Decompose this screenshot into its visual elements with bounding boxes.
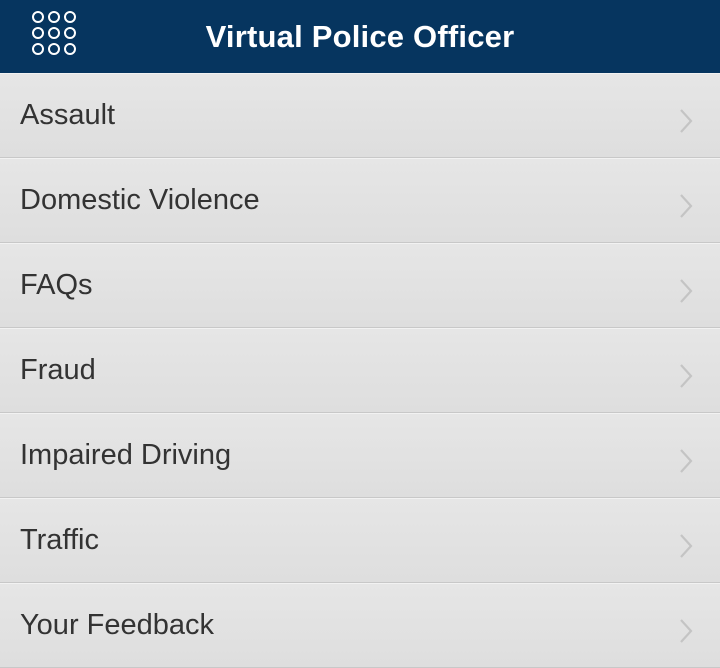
chevron-right-icon xyxy=(680,279,693,303)
list-item-faqs[interactable]: FAQs xyxy=(0,243,720,328)
menu-list: Assault Domestic Violence FAQs Fraud Imp… xyxy=(0,73,720,668)
page-title: Virtual Police Officer xyxy=(205,18,515,54)
list-item-fraud[interactable]: Fraud xyxy=(0,328,720,413)
list-item-label: Fraud xyxy=(20,353,96,386)
list-item-impaired-driving[interactable]: Impaired Driving xyxy=(0,413,720,498)
chevron-right-icon xyxy=(680,109,693,133)
chevron-right-icon xyxy=(680,534,693,558)
list-item-label: Domestic Violence xyxy=(20,183,260,216)
list-item-your-feedback[interactable]: Your Feedback xyxy=(0,583,720,668)
chevron-right-icon xyxy=(680,194,693,218)
chevron-right-icon xyxy=(680,619,693,643)
list-item-label: FAQs xyxy=(20,268,93,301)
list-item-domestic-violence[interactable]: Domestic Violence xyxy=(0,158,720,243)
chevron-right-icon xyxy=(680,449,693,473)
list-item-label: Assault xyxy=(20,98,116,131)
app-header: Virtual Police Officer xyxy=(0,0,720,73)
list-item-label: Your Feedback xyxy=(20,608,215,641)
grid-menu-icon[interactable] xyxy=(30,9,78,57)
list-item-label: Impaired Driving xyxy=(20,438,232,471)
list-item-label: Traffic xyxy=(20,523,99,556)
chevron-right-icon xyxy=(680,364,693,388)
list-item-traffic[interactable]: Traffic xyxy=(0,498,720,583)
list-item-assault[interactable]: Assault xyxy=(0,73,720,158)
